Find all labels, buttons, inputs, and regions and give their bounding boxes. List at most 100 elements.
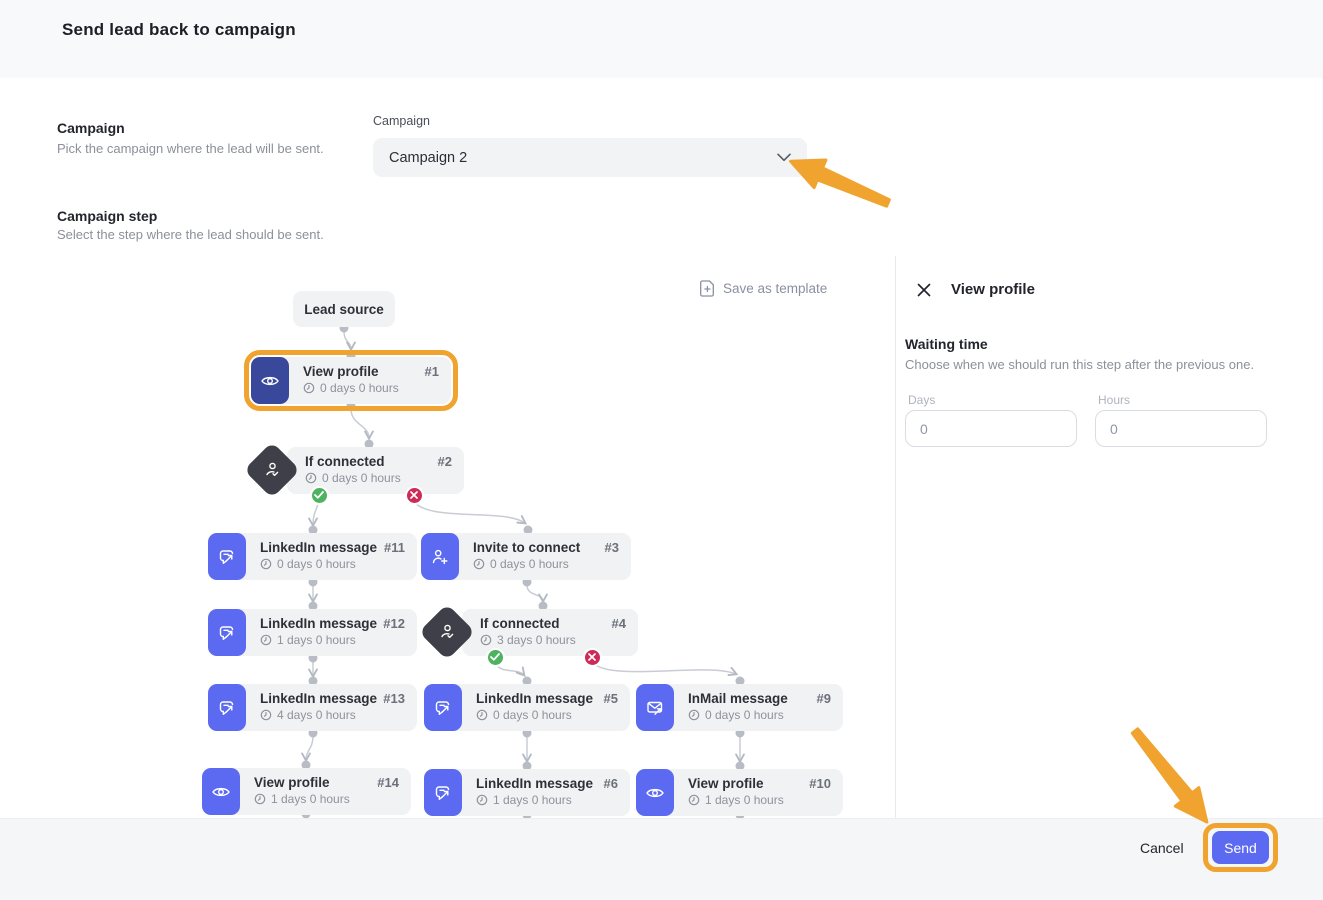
- campaign-select[interactable]: Campaign 2: [373, 138, 807, 177]
- flow-node-invite-to-connect-3[interactable]: Invite to connect #3 0 days 0 hours: [421, 533, 631, 580]
- clock-icon: [480, 634, 492, 646]
- clock-icon: [260, 709, 272, 721]
- node-duration: 3 days 0 hours: [480, 633, 626, 647]
- node-duration: 0 days 0 hours: [688, 708, 831, 722]
- campaign-step-section-label: Campaign step: [57, 208, 157, 224]
- node-number: #10: [809, 776, 831, 791]
- flow-node-linkedin-message-11[interactable]: LinkedIn message #11 0 days 0 hours: [208, 533, 417, 580]
- node-duration: 0 days 0 hours: [303, 381, 439, 395]
- campaign-step-section-description: Select the step where the lead should be…: [57, 227, 324, 242]
- eye-icon: [202, 768, 240, 815]
- branch-yes-badge[interactable]: [486, 648, 505, 667]
- linkedin-message-icon: [208, 684, 246, 731]
- campaign-section-label: Campaign: [57, 120, 125, 136]
- person-plus-icon: [421, 533, 459, 580]
- modal-footer: [0, 818, 1323, 900]
- node-title: View profile: [303, 364, 379, 379]
- campaign-section-description: Pick the campaign where the lead will be…: [57, 141, 324, 156]
- node-number: #9: [817, 691, 831, 706]
- linkedin-message-icon: [424, 769, 462, 816]
- node-title: If connected: [305, 454, 385, 469]
- clock-icon: [260, 634, 272, 646]
- lead-source-node[interactable]: Lead source: [293, 291, 395, 327]
- linkedin-message-icon: [424, 684, 462, 731]
- node-title: LinkedIn message: [476, 776, 593, 791]
- node-duration: 0 days 0 hours: [305, 471, 452, 485]
- node-number: #11: [384, 540, 405, 555]
- node-number: #2: [438, 454, 452, 469]
- campaign-field-label: Campaign: [373, 114, 430, 128]
- clock-icon: [305, 472, 317, 484]
- node-number: #3: [605, 540, 619, 555]
- eye-icon: [636, 769, 674, 816]
- node-duration: 0 days 0 hours: [473, 557, 619, 571]
- flow-node-view-profile-10[interactable]: View profile #10 1 days 0 hours: [636, 769, 843, 816]
- panel-title: View profile: [951, 281, 1035, 298]
- panel-divider: [895, 256, 896, 818]
- send-button[interactable]: Send: [1212, 831, 1269, 864]
- clock-icon: [260, 558, 272, 570]
- flow-connectors: [0, 0, 1323, 900]
- node-duration: 0 days 0 hours: [260, 557, 405, 571]
- waiting-time-description: Choose when we should run this step afte…: [905, 357, 1254, 372]
- close-icon[interactable]: [916, 282, 932, 298]
- node-number: #12: [383, 616, 405, 631]
- node-number: #4: [612, 616, 626, 631]
- branch-no-badge[interactable]: [405, 486, 424, 505]
- clock-icon: [688, 794, 700, 806]
- days-input[interactable]: [905, 410, 1077, 447]
- flow-node-linkedin-message-6[interactable]: LinkedIn message#6 1 days 0 hours: [424, 769, 630, 816]
- chevron-down-icon: [777, 153, 791, 162]
- flow-node-inmail-message-9[interactable]: InMail message #9 0 days 0 hours: [636, 684, 843, 731]
- file-plus-icon: [700, 280, 715, 297]
- save-as-template-button[interactable]: Save as template: [700, 280, 827, 297]
- branch-no-badge[interactable]: [583, 648, 602, 667]
- hours-input[interactable]: [1095, 410, 1267, 447]
- clock-icon: [476, 709, 488, 721]
- campaign-select-value: Campaign 2: [389, 150, 777, 166]
- node-duration: 4 days 0 hours: [260, 708, 405, 722]
- node-duration: 1 days 0 hours: [260, 633, 405, 647]
- clock-icon: [688, 709, 700, 721]
- node-title: LinkedIn message: [260, 540, 377, 555]
- linkedin-message-icon: [208, 533, 246, 580]
- node-duration: 0 days 0 hours: [476, 708, 618, 722]
- flow-node-view-profile-1[interactable]: View profile #1 0 days 0 hours: [251, 357, 451, 404]
- node-duration: 1 days 0 hours: [476, 793, 618, 807]
- branch-yes-badge[interactable]: [310, 486, 329, 505]
- inmail-envelope-icon: [636, 684, 674, 731]
- node-title: InMail message: [688, 691, 788, 706]
- node-duration: 1 days 0 hours: [254, 792, 399, 806]
- linkedin-message-icon: [208, 609, 246, 656]
- node-title: Invite to connect: [473, 540, 580, 555]
- page-title: Send lead back to campaign: [62, 20, 296, 40]
- waiting-time-heading: Waiting time: [905, 336, 988, 352]
- node-title: LinkedIn message: [260, 691, 377, 706]
- node-title: View profile: [688, 776, 764, 791]
- node-title: View profile: [254, 775, 330, 790]
- hours-label: Hours: [1098, 393, 1130, 407]
- annotation-arrow-send-button: [1123, 722, 1218, 832]
- send-lead-back-modal: Send lead back to campaign Campaign Pick…: [0, 0, 1323, 900]
- modal-header: Send lead back to campaign: [0, 0, 1323, 78]
- node-duration: 1 days 0 hours: [688, 793, 831, 807]
- flow-node-view-profile-14[interactable]: View profile #14 1 days 0 hours: [202, 768, 411, 815]
- flow-node-linkedin-message-5[interactable]: LinkedIn message #5 0 days 0 hours: [424, 684, 630, 731]
- node-number: #13: [383, 691, 405, 706]
- annotation-arrows: [0, 0, 1323, 900]
- flow-node-linkedin-message-12[interactable]: LinkedIn message #12 1 days 0 hours: [208, 609, 417, 656]
- flow-node-linkedin-message-13[interactable]: LinkedIn message #13 4 days 0 hours: [208, 684, 417, 731]
- node-number: #1: [425, 364, 439, 379]
- flow-node-if-connected-4[interactable]: If connected #4 3 days 0 hours: [462, 609, 638, 656]
- eye-icon: [251, 357, 289, 404]
- cancel-button[interactable]: Cancel: [1140, 840, 1184, 856]
- clock-icon: [254, 793, 266, 805]
- node-number: #5: [604, 691, 618, 706]
- clock-icon: [476, 794, 488, 806]
- clock-icon: [473, 558, 485, 570]
- node-number: #14: [377, 775, 399, 790]
- node-title: If connected: [480, 616, 560, 631]
- node-title: LinkedIn message: [260, 616, 377, 631]
- node-title: LinkedIn message: [476, 691, 593, 706]
- save-as-template-label: Save as template: [723, 281, 827, 296]
